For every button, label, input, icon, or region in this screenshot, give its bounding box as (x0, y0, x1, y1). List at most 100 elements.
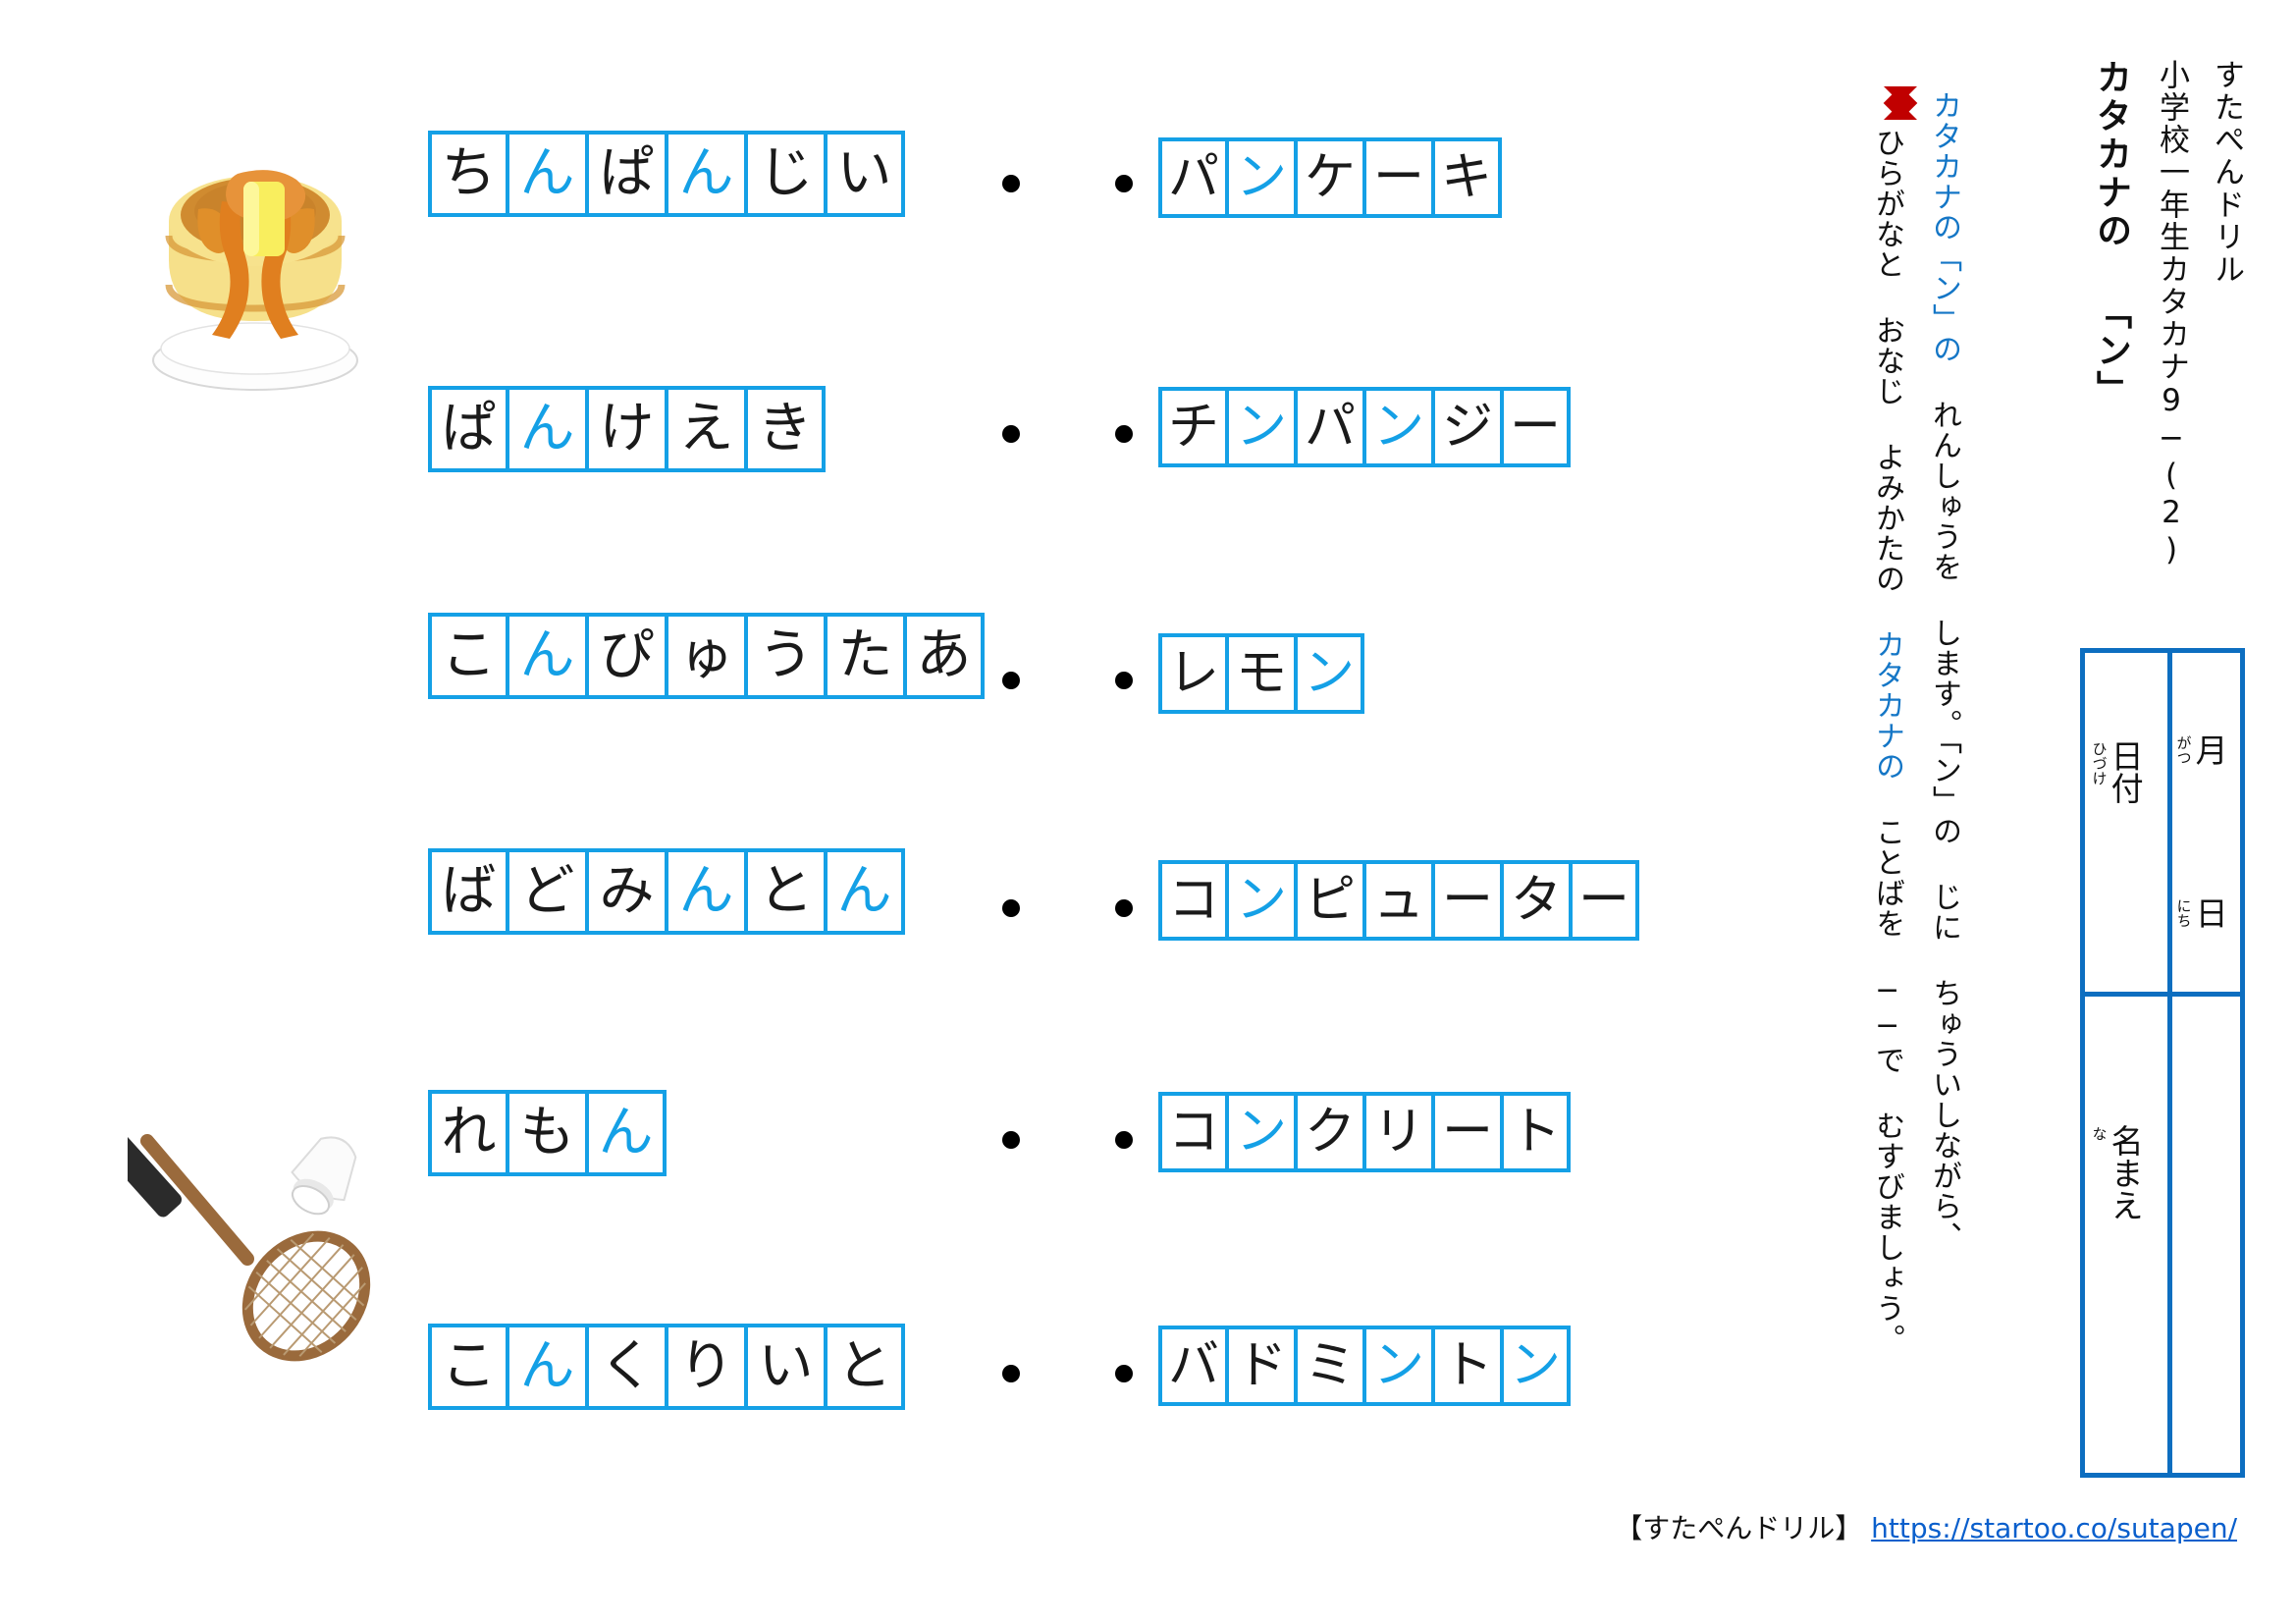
day-label: 日 (2190, 896, 2229, 929)
connector-dot-left[interactable] (1002, 672, 1020, 689)
character-cell: い (746, 1324, 826, 1410)
character-cell: じ (746, 131, 826, 217)
character-cell: ー (1571, 860, 1639, 941)
page-title: カタカナの 「ン」 (2091, 59, 2131, 408)
katakana-word-row: チンパンジー (1158, 387, 1571, 467)
pancake-illustration (128, 113, 383, 398)
character-cell: モ (1227, 633, 1296, 714)
character-cell: ー (1433, 1092, 1502, 1172)
character-cell: う (746, 613, 826, 699)
instruction-plain-2: ひらがなと おなじ よみかたの (1870, 128, 1904, 629)
day-ruby: にち (2174, 898, 2193, 928)
character-cell: チ (1158, 387, 1227, 467)
instruction-line-2: ひらがなと おなじ よみかたの カタカナの ことばを ──で むすびましょう。 (1869, 128, 1906, 1354)
character-cell: ん (667, 848, 746, 935)
badminton-illustration (102, 1100, 402, 1375)
katakana-word-row: コンピューター (1158, 860, 1639, 941)
connector-dot-right[interactable] (1115, 425, 1133, 443)
katakana-word-row: コンクリート (1158, 1092, 1571, 1172)
day-label-group: 日 にち (2174, 896, 2229, 929)
hiragana-word-row: こんくりいと (428, 1324, 905, 1410)
character-cell: ン (1296, 633, 1364, 714)
character-cell: コ (1158, 860, 1227, 941)
connector-dot-left[interactable] (1002, 899, 1020, 917)
character-cell: ミ (1296, 1326, 1364, 1406)
katakana-word-row: パンケーキ (1158, 137, 1502, 218)
character-cell: ン (1227, 137, 1296, 218)
connector-dot-right[interactable] (1115, 175, 1133, 192)
character-cell: ん (587, 1090, 667, 1176)
character-cell: け (587, 386, 667, 472)
character-cell: ン (1364, 387, 1433, 467)
brand-title: すたぺんドリル (2209, 59, 2244, 286)
instruction-rest-1: れんしゅうを します。「ン」の じに ちゅういしながら、 (1927, 364, 1961, 1252)
character-cell: ン (1227, 1092, 1296, 1172)
date-label-group: 日付 ひづけ (2091, 739, 2145, 804)
connector-dot-right[interactable] (1115, 1365, 1133, 1382)
character-cell: ぱ (587, 131, 667, 217)
character-cell: た (826, 613, 905, 699)
month-input-field[interactable] (2172, 653, 2245, 731)
character-cell: い (826, 131, 905, 217)
character-cell: レ (1158, 633, 1227, 714)
character-cell: パ (1158, 137, 1227, 218)
character-cell: バ (1158, 1326, 1227, 1406)
footer-label: 【すたぺんドリル】 (1615, 1512, 1863, 1544)
character-cell: ト (1502, 1092, 1571, 1172)
instruction-blue-2: カタカナの (1870, 629, 1904, 782)
connector-dot-right[interactable] (1115, 1131, 1133, 1149)
name-input-field[interactable] (2172, 997, 2245, 1409)
instruction-blue-1: カタカナの (1927, 90, 1961, 243)
character-cell: ト (1433, 1326, 1502, 1406)
month-ruby: がつ (2174, 735, 2193, 765)
footer-url[interactable]: https://startoo.co/sutapen/ (1871, 1512, 2237, 1544)
character-cell: コ (1158, 1092, 1227, 1172)
character-cell: ば (428, 848, 507, 935)
month-label: 月 (2190, 733, 2229, 766)
character-cell: ン (1364, 1326, 1433, 1406)
hiragana-word-row: ちんぱんじい (428, 131, 905, 217)
character-cell: ん (507, 1324, 587, 1410)
katakana-word-row: バドミントン (1158, 1326, 1571, 1406)
hiragana-word-row: ばどみんとん (428, 848, 905, 935)
character-cell: こ (428, 1324, 507, 1410)
character-cell: ー (1502, 387, 1571, 467)
character-cell: リ (1364, 1092, 1433, 1172)
character-cell: ド (1227, 1326, 1296, 1406)
hiragana-word-row: こんぴゅうたあ (428, 613, 985, 699)
name-label-group: 名まえ な (2090, 1124, 2145, 1221)
day-input-field[interactable] (2172, 800, 2245, 889)
connector-dot-left[interactable] (1002, 1131, 1020, 1149)
character-cell: ク (1296, 1092, 1364, 1172)
character-cell: タ (1502, 860, 1571, 941)
character-cell: と (826, 1324, 905, 1410)
date-name-box: 日付 ひづけ 月 がつ 日 にち 名まえ な (2080, 648, 2245, 1478)
hiragana-word-row: れもん (428, 1090, 667, 1176)
character-cell: ん (507, 386, 587, 472)
character-cell: く (587, 1324, 667, 1410)
instruction-rest-2: ことばを ──で むすびましょう。 (1870, 782, 1904, 1354)
connector-dot-left[interactable] (1002, 425, 1020, 443)
instruction-line-1: カタカナの「ン」の れんしゅうを します。「ン」の じに ちゅういしながら、 (1926, 90, 1963, 1252)
character-cell: キ (1433, 137, 1502, 218)
character-cell: パ (1296, 387, 1364, 467)
connector-dot-left[interactable] (1002, 1365, 1020, 1382)
name-ruby: な (2090, 1126, 2109, 1141)
character-cell: ピ (1296, 860, 1364, 941)
connector-dot-right[interactable] (1115, 672, 1133, 689)
bullet-diamond-icon (1884, 86, 1917, 120)
connector-dot-left[interactable] (1002, 175, 1020, 192)
character-cell: ュ (1364, 860, 1433, 941)
character-cell: ケ (1296, 137, 1364, 218)
katakana-word-row: レモン (1158, 633, 1364, 714)
character-cell: ン (1227, 860, 1296, 941)
character-cell: ど (507, 848, 587, 935)
character-cell: ぱ (428, 386, 507, 472)
instruction-blue-bracket: 「ン」の (1927, 243, 1961, 364)
connector-dot-right[interactable] (1115, 899, 1133, 917)
character-cell: と (746, 848, 826, 935)
character-cell: ん (667, 131, 746, 217)
character-cell: ジ (1433, 387, 1502, 467)
character-cell: き (746, 386, 826, 472)
character-cell: み (587, 848, 667, 935)
